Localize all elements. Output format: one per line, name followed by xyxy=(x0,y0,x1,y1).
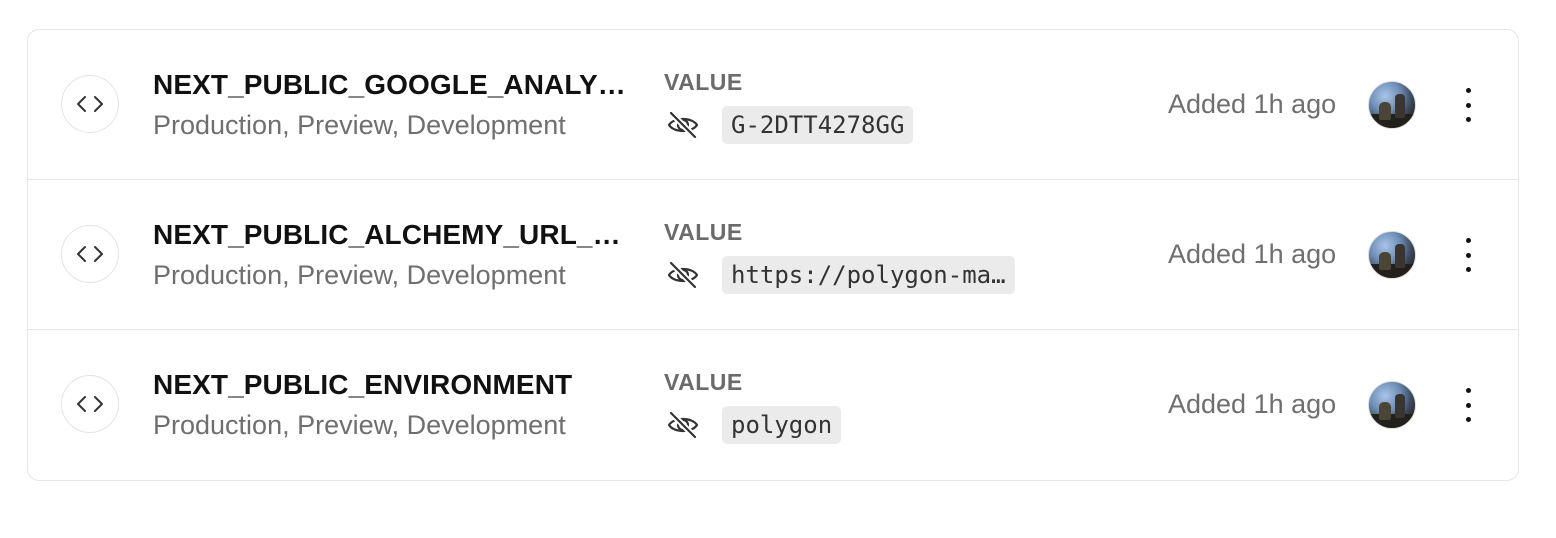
variable-name[interactable]: NEXT_PUBLIC_ENVIRONMENT xyxy=(153,368,633,402)
eye-off-icon[interactable] xyxy=(664,106,702,144)
value-line: https://polygon-ma… xyxy=(664,256,1015,294)
more-vertical-icon[interactable] xyxy=(1453,388,1483,422)
env-variable-row: NEXT_PUBLIC_ALCHEMY_URL_P… Production, P… xyxy=(28,180,1518,330)
avatar[interactable] xyxy=(1368,81,1416,129)
code-brackets-icon xyxy=(61,225,119,283)
avatar[interactable] xyxy=(1368,381,1416,429)
value-label: VALUE xyxy=(664,69,743,95)
more-vertical-icon[interactable] xyxy=(1453,238,1483,272)
value-line: G-2DTT4278GG xyxy=(664,106,914,144)
added-timestamp: Added 1h ago xyxy=(1168,389,1337,419)
variable-name[interactable]: NEXT_PUBLIC_ALCHEMY_URL_P… xyxy=(153,218,633,252)
eye-off-icon[interactable] xyxy=(664,256,702,294)
added-timestamp: Added 1h ago xyxy=(1168,239,1337,269)
variable-value[interactable]: G-2DTT4278GG xyxy=(722,106,914,144)
added-timestamp: Added 1h ago xyxy=(1168,89,1337,119)
variable-environments: Production, Preview, Development xyxy=(153,110,566,140)
env-variable-row: NEXT_PUBLIC_ENVIRONMENT Production, Prev… xyxy=(28,330,1518,480)
variable-value-block: VALUE https://polygon-ma… xyxy=(664,218,1015,294)
env-variables-list: NEXT_PUBLIC_GOOGLE_ANALYTI… Production, … xyxy=(27,29,1519,481)
avatar[interactable] xyxy=(1368,231,1416,279)
code-brackets-icon xyxy=(61,375,119,433)
variable-info: NEXT_PUBLIC_ENVIRONMENT Production, Prev… xyxy=(153,368,633,442)
variable-info: NEXT_PUBLIC_GOOGLE_ANALYTI… Production, … xyxy=(153,68,633,142)
variable-value-block: VALUE polygon xyxy=(664,368,842,444)
more-vertical-icon[interactable] xyxy=(1453,88,1483,122)
env-variable-row: NEXT_PUBLIC_GOOGLE_ANALYTI… Production, … xyxy=(28,30,1518,180)
code-brackets-icon xyxy=(61,75,119,133)
variable-environments: Production, Preview, Development xyxy=(153,410,566,440)
value-label: VALUE xyxy=(664,219,743,245)
variable-value[interactable]: https://polygon-ma… xyxy=(722,256,1015,294)
eye-off-icon[interactable] xyxy=(664,406,702,444)
variable-name[interactable]: NEXT_PUBLIC_GOOGLE_ANALYTI… xyxy=(153,68,633,102)
variable-environments: Production, Preview, Development xyxy=(153,260,566,290)
variable-value[interactable]: polygon xyxy=(722,406,842,444)
value-label: VALUE xyxy=(664,369,743,395)
variable-value-block: VALUE G-2DTT4278GG xyxy=(664,68,914,144)
variable-info: NEXT_PUBLIC_ALCHEMY_URL_P… Production, P… xyxy=(153,218,633,292)
value-line: polygon xyxy=(664,406,842,444)
